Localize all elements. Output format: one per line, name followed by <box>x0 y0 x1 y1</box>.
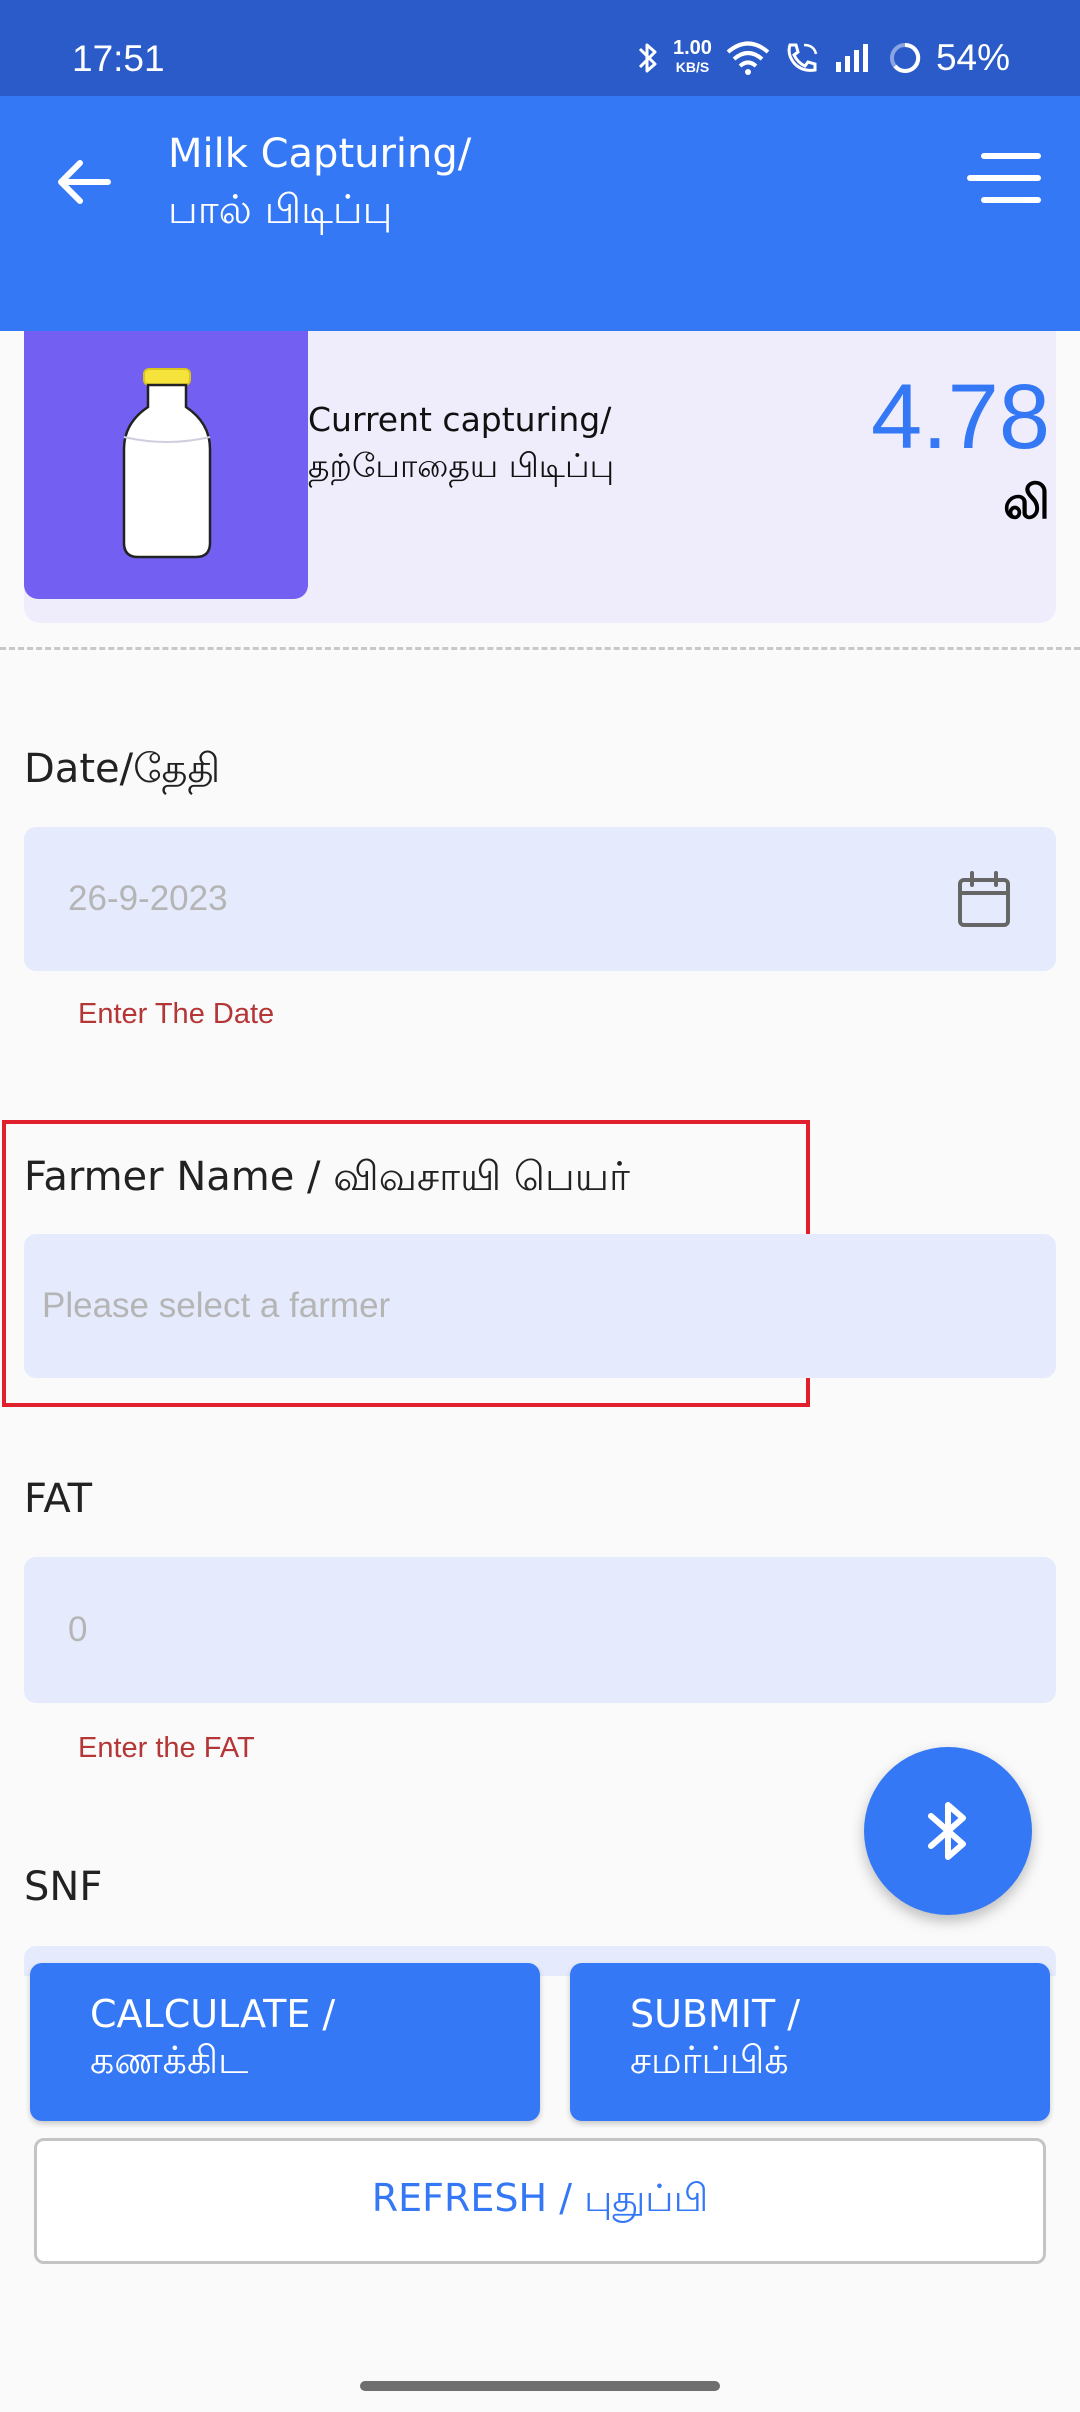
bluetooth-icon <box>928 1802 966 1860</box>
wifi-call-icon <box>787 43 818 72</box>
calculate-button[interactable]: CALCULATE / கணக்கிட <box>30 1963 540 2121</box>
current-capturing-label-line2: தற்போதைய பிடிப்பு <box>308 446 615 485</box>
current-capturing-label-line1: Current capturing/ <box>308 400 612 439</box>
home-indicator[interactable] <box>360 2381 720 2391</box>
battery-percentage: 54% <box>935 37 1010 78</box>
signal-icon <box>835 44 868 72</box>
status-bar: 17:51 1.00 KB/S 54% <box>0 0 1080 96</box>
current-capturing-value: 4.78 <box>870 366 1050 468</box>
submit-button-label-line1: SUBMIT / <box>630 1992 801 2036</box>
app-bar: Milk Capturing/ பால் பிடிப்பு <box>0 96 1080 331</box>
milk-bottle-icon <box>122 368 212 559</box>
farmer-select[interactable]: Please select a farmer <box>24 1234 1056 1378</box>
calendar-icon[interactable] <box>956 871 1012 929</box>
wifi-icon <box>726 41 770 75</box>
page-title: Milk Capturing/ பால் பிடிப்பு <box>168 126 471 238</box>
bluetooth-button[interactable] <box>864 1747 1032 1915</box>
status-time: 17:51 <box>72 38 165 79</box>
net-speed-unit: KB/S <box>675 59 710 75</box>
section-divider <box>0 647 1080 650</box>
fat-input-value: 0 <box>68 1610 88 1649</box>
current-capturing-unit: லி <box>1003 475 1050 529</box>
submit-button-label-line2: சமர்ப்பிக் <box>630 2038 789 2082</box>
current-capturing-label: Current capturing/ தற்போதைய பிடிப்பு <box>308 397 614 489</box>
refresh-button-label: REFRESH / புதுப்பி <box>371 2176 709 2220</box>
menu-icon[interactable] <box>964 148 1044 208</box>
back-arrow-icon[interactable] <box>48 146 120 218</box>
status-icons: 1.00 KB/S 54% <box>637 36 1010 80</box>
page-title-line2: பால் பிடிப்பு <box>168 187 393 233</box>
fat-input[interactable]: 0 <box>24 1557 1056 1703</box>
refresh-button[interactable]: REFRESH / புதுப்பி <box>34 2138 1046 2264</box>
page-title-line1: Milk Capturing/ <box>168 131 472 177</box>
net-speed: 1.00 KB/S <box>673 37 712 77</box>
current-capturing-card: Current capturing/ தற்போதைய பிடிப்பு 4.7… <box>24 331 1056 623</box>
date-label: Date/தேதி <box>24 746 221 792</box>
calculate-button-label-line1: CALCULATE / <box>90 1992 336 2036</box>
farmer-select-placeholder: Please select a farmer <box>42 1286 391 1325</box>
date-error: Enter The Date <box>78 998 275 1030</box>
fat-error: Enter the FAT <box>78 1732 255 1764</box>
battery-ring-icon <box>889 42 921 73</box>
fat-label: FAT <box>24 1476 93 1522</box>
farmer-name-label: Farmer Name / விவசாயி பெயர் <box>24 1154 630 1200</box>
milk-bottle-tile <box>24 331 308 599</box>
submit-button[interactable]: SUBMIT / சமர்ப்பிக் <box>570 1963 1050 2121</box>
date-input[interactable]: 26-9-2023 <box>24 827 1056 971</box>
net-speed-value: 1.00 <box>673 37 712 59</box>
bluetooth-icon <box>638 43 657 73</box>
date-input-value: 26-9-2023 <box>68 879 228 918</box>
calculate-button-label-line2: கணக்கிட <box>90 2038 249 2082</box>
snf-label: SNF <box>24 1864 103 1910</box>
